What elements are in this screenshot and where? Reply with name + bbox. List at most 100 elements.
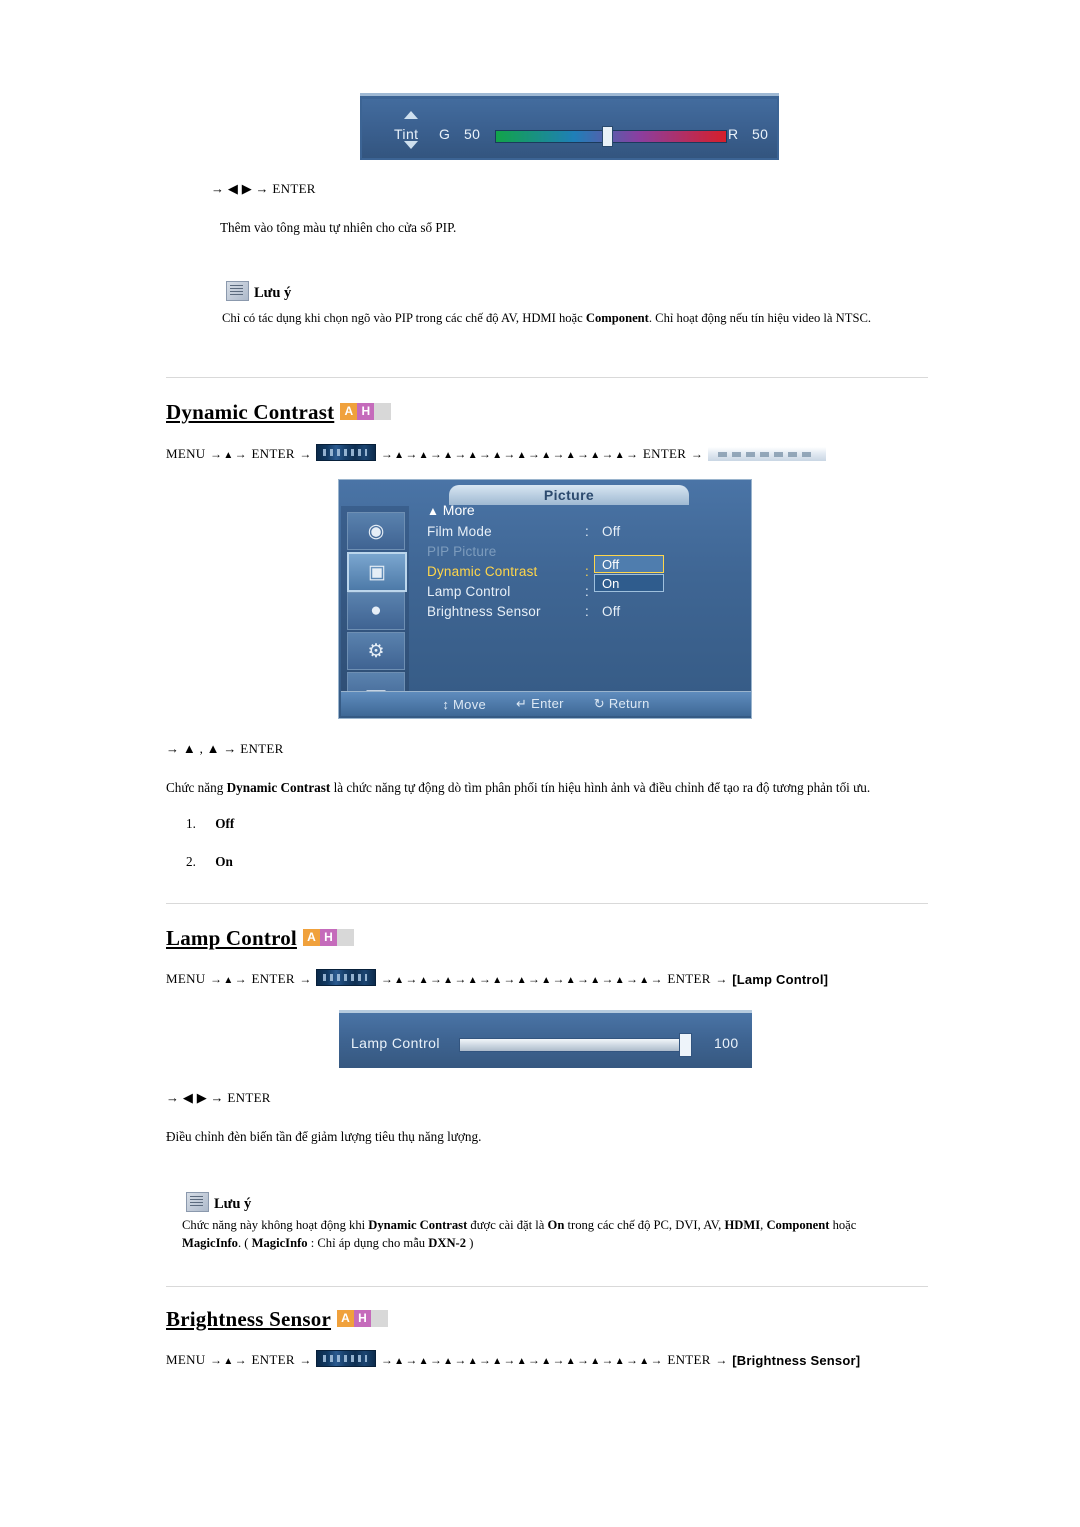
tint-osd-image: Tint G 50 R 50 [360,93,779,160]
note2-p6: HDMI [724,1218,761,1232]
badge-h: H [354,1309,372,1327]
brightness-sensor-end-label: [Brightness Sensor] [732,1353,861,1368]
return-hint: ↻ Return [593,696,650,711]
osd-row-value: Off [602,604,621,619]
move-label: Move [453,696,487,712]
osd-row-film-mode[interactable]: Film Mode : Off [427,524,727,542]
lamp-control-osd-label: Lamp Control [351,1035,440,1051]
note2-p2: Dynamic Contrast [368,1218,468,1232]
badge-a: A [302,928,320,946]
down-arrow-icon [404,141,418,149]
osd-menu-thumbnail-icon [316,969,377,986]
osd-more-row[interactable]: ▲ More [427,502,475,518]
note2-p3: được cài đặt là [467,1218,548,1232]
lamp-control-heading-row: Lamp Control A H [166,926,354,951]
lamp-control-osd-image: Lamp Control 100 [339,1010,752,1068]
tint-slider-knob[interactable] [602,126,613,147]
osd-more-label: More [442,502,475,518]
dynamic-contrast-thumbnail-icon [707,447,826,461]
enter-word-1: ENTER [251,446,295,461]
menu-word: MENU [166,1352,206,1367]
note-title: Lưu ý [254,285,292,301]
osd-row-label: PIP Picture [427,544,497,559]
picture-icon[interactable]: ▣ [347,552,407,592]
dynamic-contrast-heading: Dynamic Contrast [166,400,335,424]
badge-group-brightness-sensor: AH [337,1309,389,1327]
osd-menu-thumbnail-icon [316,1350,377,1367]
lamp-control-end-label: [Lamp Control] [732,972,829,987]
tint-left-value: 50 [464,126,481,142]
lamp-control-heading: Lamp Control [166,926,297,950]
divider-2 [166,903,928,904]
option-item-2: 2. On [186,854,233,870]
dropdown-option-on[interactable]: On [594,574,664,592]
osd-icon-column: ◉ ▣ ● ⚙ ▬ [341,506,409,710]
dropdown-option-off[interactable]: Off [594,555,664,573]
return-label: Return [608,696,650,711]
tint-note-block: Lưu ý [226,281,291,302]
osd-row-label: Brightness Sensor [427,604,541,619]
tint-note-text: Chỉ có tác dụng khi chọn ngõ vào PIP tro… [222,309,942,328]
enter-label: Enter [531,696,564,711]
tint-key-sequence: → ◀ ▶ → ENTER [211,181,316,196]
osd-panel-title: Picture [449,485,689,505]
note2-p4: On [547,1218,565,1232]
badge-blank [336,928,354,946]
osd-row-colon: : [585,564,589,579]
badge-a: A [337,1309,355,1327]
osd-row-list: Film Mode : Off PIP Picture Dynamic Cont… [427,524,727,624]
enter-word-2: ENTER [667,1352,711,1367]
lamp-control-note-line2: MagicInfo. ( MagicInfo : Chỉ áp dụng cho… [182,1234,912,1253]
dynamic-contrast-key-sequence: → ▲ , ▲ → ENTER [166,741,284,756]
lamp-control-note-line1: Chức năng này không hoạt động khi Dynami… [182,1216,912,1235]
lamp-control-menu-path: MENU →▲→ ENTER → →▲→▲→▲→▲→▲→▲→▲→▲→▲→▲→▲→… [166,969,829,987]
desc-p3: là chức năng tự động dò tìm phân phối tí… [330,780,871,795]
tint-osd-inner: Tint G 50 R 50 [362,99,777,158]
osd-row-label: Lamp Control [427,584,511,599]
note-text-p2: Component [585,311,649,325]
note2-p8: Component [766,1218,830,1232]
move-hint: ↕ Move [442,696,487,712]
lamp-control-slider-knob[interactable] [679,1033,692,1057]
note2-p5: trong các chế độ PC, DVI, AV, [564,1218,725,1232]
desc-p1: Chức năng [166,780,227,795]
brightness-sensor-menu-path: MENU →▲→ ENTER → →▲→▲→▲→▲→▲→▲→▲→▲→▲→▲→▲→… [166,1350,861,1368]
setup-icon[interactable]: ⚙ [347,632,405,670]
tint-right-value: 50 [752,126,769,142]
document-page: Tint G 50 R 50 → ◀ ▶ → ENTER Thêm vào tô… [0,0,1080,1527]
menu-word: MENU [166,971,206,986]
note2-p1: Chức năng này không hoạt động khi [182,1218,369,1232]
badge-group-lamp-control: AH [302,928,354,946]
osd-row-pip-picture[interactable]: PIP Picture [427,544,727,562]
brightness-sensor-heading-row: Brightness Sensor A H [166,1307,389,1332]
lamp-control-description: Điều chỉnh đèn biến tần để giảm lượng ti… [166,1129,482,1144]
tint-left-letter: G [439,126,451,142]
option-item-1: 1. Off [186,816,234,832]
lamp-control-slider-track[interactable] [459,1038,690,1052]
note2-p9: hoặc [829,1218,857,1232]
dynamic-contrast-description: Chức năng Dynamic Contrast là chức năng … [166,778,926,798]
lamp-control-note-block: Lưu ý [186,1192,251,1213]
osd-row-colon: : [585,584,589,599]
note2b-p2: . ( [237,1236,252,1250]
menu-word: MENU [166,446,206,461]
badge-a: A [340,402,358,420]
sound-icon[interactable]: ● [347,592,405,630]
option-number: 1. [186,816,196,831]
osd-menu-thumbnail-icon [316,444,377,461]
osd-row-lamp-control[interactable]: Lamp Control : [427,584,727,602]
osd-row-dynamic-contrast[interactable]: Dynamic Contrast : [427,564,727,582]
enter-hint: ↵ Enter [516,696,564,711]
brightness-sensor-heading: Brightness Sensor [166,1307,332,1331]
dynamic-contrast-menu-path: MENU →▲→ ENTER → →▲→▲→▲→▲→▲→▲→▲→▲→▲→▲→ E… [166,444,826,462]
input-icon[interactable]: ◉ [347,512,405,550]
note-book-icon [226,281,249,301]
up-arrow-icon [404,111,418,119]
badge-blank [371,1309,389,1327]
desc-p2: Dynamic Contrast [226,780,331,795]
osd-row-label: Film Mode [427,524,492,539]
note2b-p3: MagicInfo [251,1236,308,1250]
badge-blank [374,402,392,420]
osd-row-brightness-sensor[interactable]: Brightness Sensor : Off [427,604,727,622]
enter-word-2: ENTER [667,971,711,986]
